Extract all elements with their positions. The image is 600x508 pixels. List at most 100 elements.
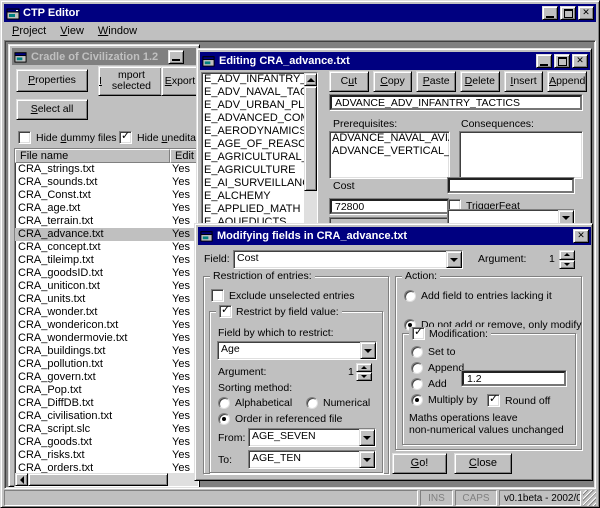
restrict-field-dropdown-button[interactable]: [360, 342, 376, 359]
delete-button[interactable]: Delete: [460, 71, 500, 92]
file-row[interactable]: CRA_govern.txt Yes: [15, 371, 198, 384]
to-combobox[interactable]: AGE_TEN: [248, 450, 376, 469]
consequences-list[interactable]: [459, 131, 583, 179]
file-row[interactable]: CRA_sounds.txt Yes: [15, 176, 198, 189]
to-dropdown-button[interactable]: [359, 451, 375, 468]
restrict-field-combobox[interactable]: Age: [217, 341, 377, 360]
menu-item-project[interactable]: Project: [5, 23, 53, 39]
maximize-button[interactable]: [560, 6, 576, 20]
minimize-button[interactable]: [542, 6, 558, 20]
cut-button[interactable]: Cut: [329, 71, 369, 92]
radio-alphabetical[interactable]: [218, 397, 230, 409]
field-combobox[interactable]: Cost: [233, 250, 463, 269]
prerequisite-item[interactable]: ADVANCE_VERTICAL_FLI: [330, 145, 449, 158]
close-dialog-button[interactable]: Close: [454, 453, 512, 474]
entry-item[interactable]: E_APPLIED_MATH: [202, 203, 304, 216]
file-row[interactable]: CRA_Const.txt Yes: [15, 189, 198, 202]
entry-item[interactable]: E_ALCHEMY: [202, 190, 304, 203]
scroll-left-button[interactable]: [15, 473, 28, 486]
radio-order-referenced[interactable]: [218, 413, 230, 425]
close-button[interactable]: ✕: [578, 6, 594, 20]
modification-checkbox[interactable]: ✓: [412, 327, 425, 340]
select-all-button[interactable]: Select all: [16, 99, 88, 120]
file-row[interactable]: CRA_units.txt Yes: [15, 293, 198, 306]
restrict-argument-spinner[interactable]: [356, 363, 372, 381]
file-row[interactable]: CRA_risks.txt Yes: [15, 449, 198, 462]
file-row[interactable]: CRA_uniticon.txt Yes: [15, 280, 198, 293]
go-button[interactable]: Go!: [392, 453, 447, 474]
entry-item[interactable]: E_AGRICULTURE: [202, 164, 304, 177]
operand-input[interactable]: [462, 371, 566, 386]
file-row[interactable]: CRA_concept.txt Yes: [15, 241, 198, 254]
file-row[interactable]: CRA_Pop.txt Yes: [15, 384, 198, 397]
file-row[interactable]: CRA_pollution.txt Yes: [15, 358, 198, 371]
hide-dummy-checkbox[interactable]: [18, 131, 31, 144]
file-row[interactable]: CRA_terrain.txt Yes: [15, 215, 198, 228]
spinner-down-button[interactable]: [559, 260, 575, 270]
radio-add[interactable]: [411, 378, 423, 390]
scroll-up-button[interactable]: [304, 73, 317, 86]
file-row[interactable]: CRA_wondericon.txt Yes: [15, 319, 198, 332]
menu-item-window[interactable]: Window: [91, 23, 144, 39]
file-row[interactable]: CRA_advance.txt Yes: [15, 228, 198, 241]
hscroll-thumb[interactable]: [28, 473, 168, 486]
entry-item[interactable]: E_ADV_NAVAL_TACT: [202, 86, 304, 99]
from-combobox[interactable]: AGE_SEVEN: [248, 428, 376, 447]
exclude-unselected-checkbox[interactable]: [211, 289, 224, 302]
column-file-name[interactable]: File name: [15, 149, 170, 163]
insert-button[interactable]: Insert: [504, 71, 544, 92]
file-row[interactable]: CRA_wonder.txt Yes: [15, 306, 198, 319]
entry-item[interactable]: E_AGRICULTURAL_R: [202, 151, 304, 164]
append-button[interactable]: Append: [547, 71, 587, 92]
file-row[interactable]: CRA_goodsID.txt Yes: [15, 267, 198, 280]
radio-numerical[interactable]: [306, 397, 318, 409]
menu-item-view[interactable]: View: [53, 23, 91, 39]
file-row[interactable]: CRA_tileimp.txt Yes: [15, 254, 198, 267]
spinner-up-button[interactable]: [559, 250, 575, 260]
entry-item[interactable]: E_ADV_URBAN_PLAN: [202, 99, 304, 112]
spinner-down-button[interactable]: [356, 372, 372, 381]
copy-button[interactable]: Copy: [373, 71, 413, 92]
entry-item[interactable]: E_AGE_OF_REASON: [202, 138, 304, 151]
file-row[interactable]: CRA_DiffDB.txt Yes: [15, 397, 198, 410]
hide-uneditable-checkbox[interactable]: ✓: [119, 131, 132, 144]
resize-grip[interactable]: [583, 490, 596, 506]
dialog-close-button[interactable]: ✕: [573, 229, 589, 243]
entry-item[interactable]: E_AERODYNAMICS: [202, 125, 304, 138]
entry-item[interactable]: E_ADVANCED_COMP: [202, 112, 304, 125]
radio-set-to[interactable]: [411, 346, 423, 358]
vscroll-thumb[interactable]: [304, 86, 317, 191]
file-row[interactable]: CRA_wondermovie.txt Yes: [15, 332, 198, 345]
entry-name-input[interactable]: [330, 95, 582, 110]
edit-maximize-button[interactable]: [554, 54, 570, 68]
radio-append[interactable]: [411, 362, 423, 374]
file-row[interactable]: CRA_goods.txt Yes: [15, 436, 198, 449]
cost-aux-input[interactable]: [448, 178, 574, 193]
import-selected-button[interactable]: Import selected: [98, 66, 162, 96]
edit-close-button[interactable]: ✕: [572, 54, 588, 68]
file-row[interactable]: CRA_strings.txt Yes: [15, 163, 198, 176]
file-row[interactable]: CRA_buildings.txt Yes: [15, 345, 198, 358]
entry-item[interactable]: E_AI_SURVEILLANCE: [202, 177, 304, 190]
radio-add-field[interactable]: [404, 290, 416, 302]
file-window-minimize-button[interactable]: [168, 50, 184, 64]
prerequisites-list[interactable]: ADVANCE_NAVAL_AVIATI ADVANCE_VERTICAL_FL…: [329, 131, 450, 179]
paste-button[interactable]: Paste: [416, 71, 456, 92]
column-editable[interactable]: Edit: [170, 149, 198, 163]
properties-button[interactable]: Properties: [16, 69, 88, 92]
round-off-checkbox[interactable]: ✓: [487, 394, 500, 407]
radio-multiply-by[interactable]: [411, 394, 423, 406]
cost-input[interactable]: [330, 199, 449, 214]
restrict-by-field-checkbox[interactable]: ✓: [219, 305, 232, 318]
file-row[interactable]: CRA_civilisation.txt Yes: [15, 410, 198, 423]
argument-spinner[interactable]: [559, 250, 575, 269]
horizontal-scrollbar[interactable]: [15, 473, 198, 486]
entry-item[interactable]: E_ADV_INFANTRY_T: [202, 73, 304, 86]
spinner-up-button[interactable]: [356, 363, 372, 372]
prerequisite-item[interactable]: ADVANCE_NAVAL_AVIATI: [330, 132, 449, 145]
file-row[interactable]: CRA_script.slc Yes: [15, 423, 198, 436]
from-dropdown-button[interactable]: [359, 429, 375, 446]
field-dropdown-button[interactable]: [446, 251, 462, 268]
file-row[interactable]: CRA_age.txt Yes: [15, 202, 198, 215]
edit-minimize-button[interactable]: [536, 54, 552, 68]
